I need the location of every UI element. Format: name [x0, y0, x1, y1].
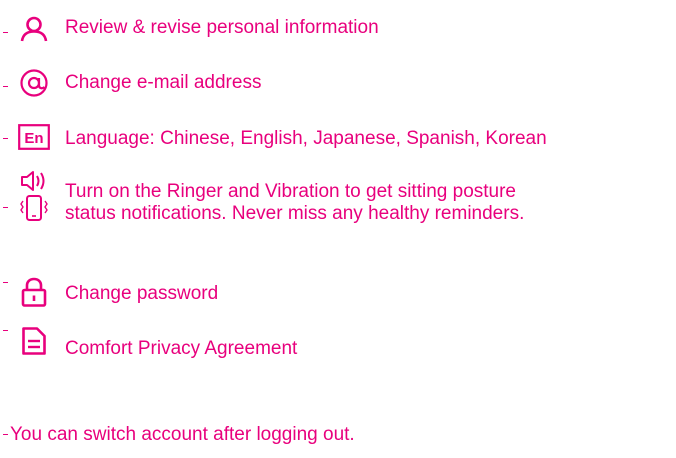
lock-icon — [14, 272, 54, 312]
bullet-dash — [3, 207, 8, 208]
bullet-dash — [3, 32, 8, 33]
at-sign-icon — [14, 63, 54, 103]
logout-note: You can switch account after logging out… — [10, 424, 355, 445]
menu-item-label: Change e-mail address — [65, 72, 262, 93]
menu-item-label: Language: Chinese, English, Japanese, Sp… — [65, 128, 547, 149]
label-line-1: Turn on the Ringer and Vibration to get … — [65, 181, 516, 202]
bullet-dash — [3, 86, 8, 87]
document-icon — [14, 321, 54, 361]
language-icon: En — [14, 117, 54, 157]
person-icon — [14, 9, 54, 49]
bullet-dash — [3, 434, 8, 435]
menu-item-label: Turn on the Ringer and Vibration to get … — [65, 181, 524, 225]
ringer-vibration-icon — [14, 168, 54, 226]
menu-item-label: Comfort Privacy Agreement — [65, 338, 298, 359]
bullet-dash — [3, 282, 8, 283]
menu-item-label: Change password — [65, 283, 219, 304]
label-line-2: status notifications. Never miss any hea… — [65, 203, 525, 224]
svg-text:En: En — [24, 130, 43, 147]
bullet-dash — [3, 330, 8, 331]
menu-item-label: Review & revise personal information — [65, 17, 379, 38]
bullet-dash — [3, 138, 8, 139]
